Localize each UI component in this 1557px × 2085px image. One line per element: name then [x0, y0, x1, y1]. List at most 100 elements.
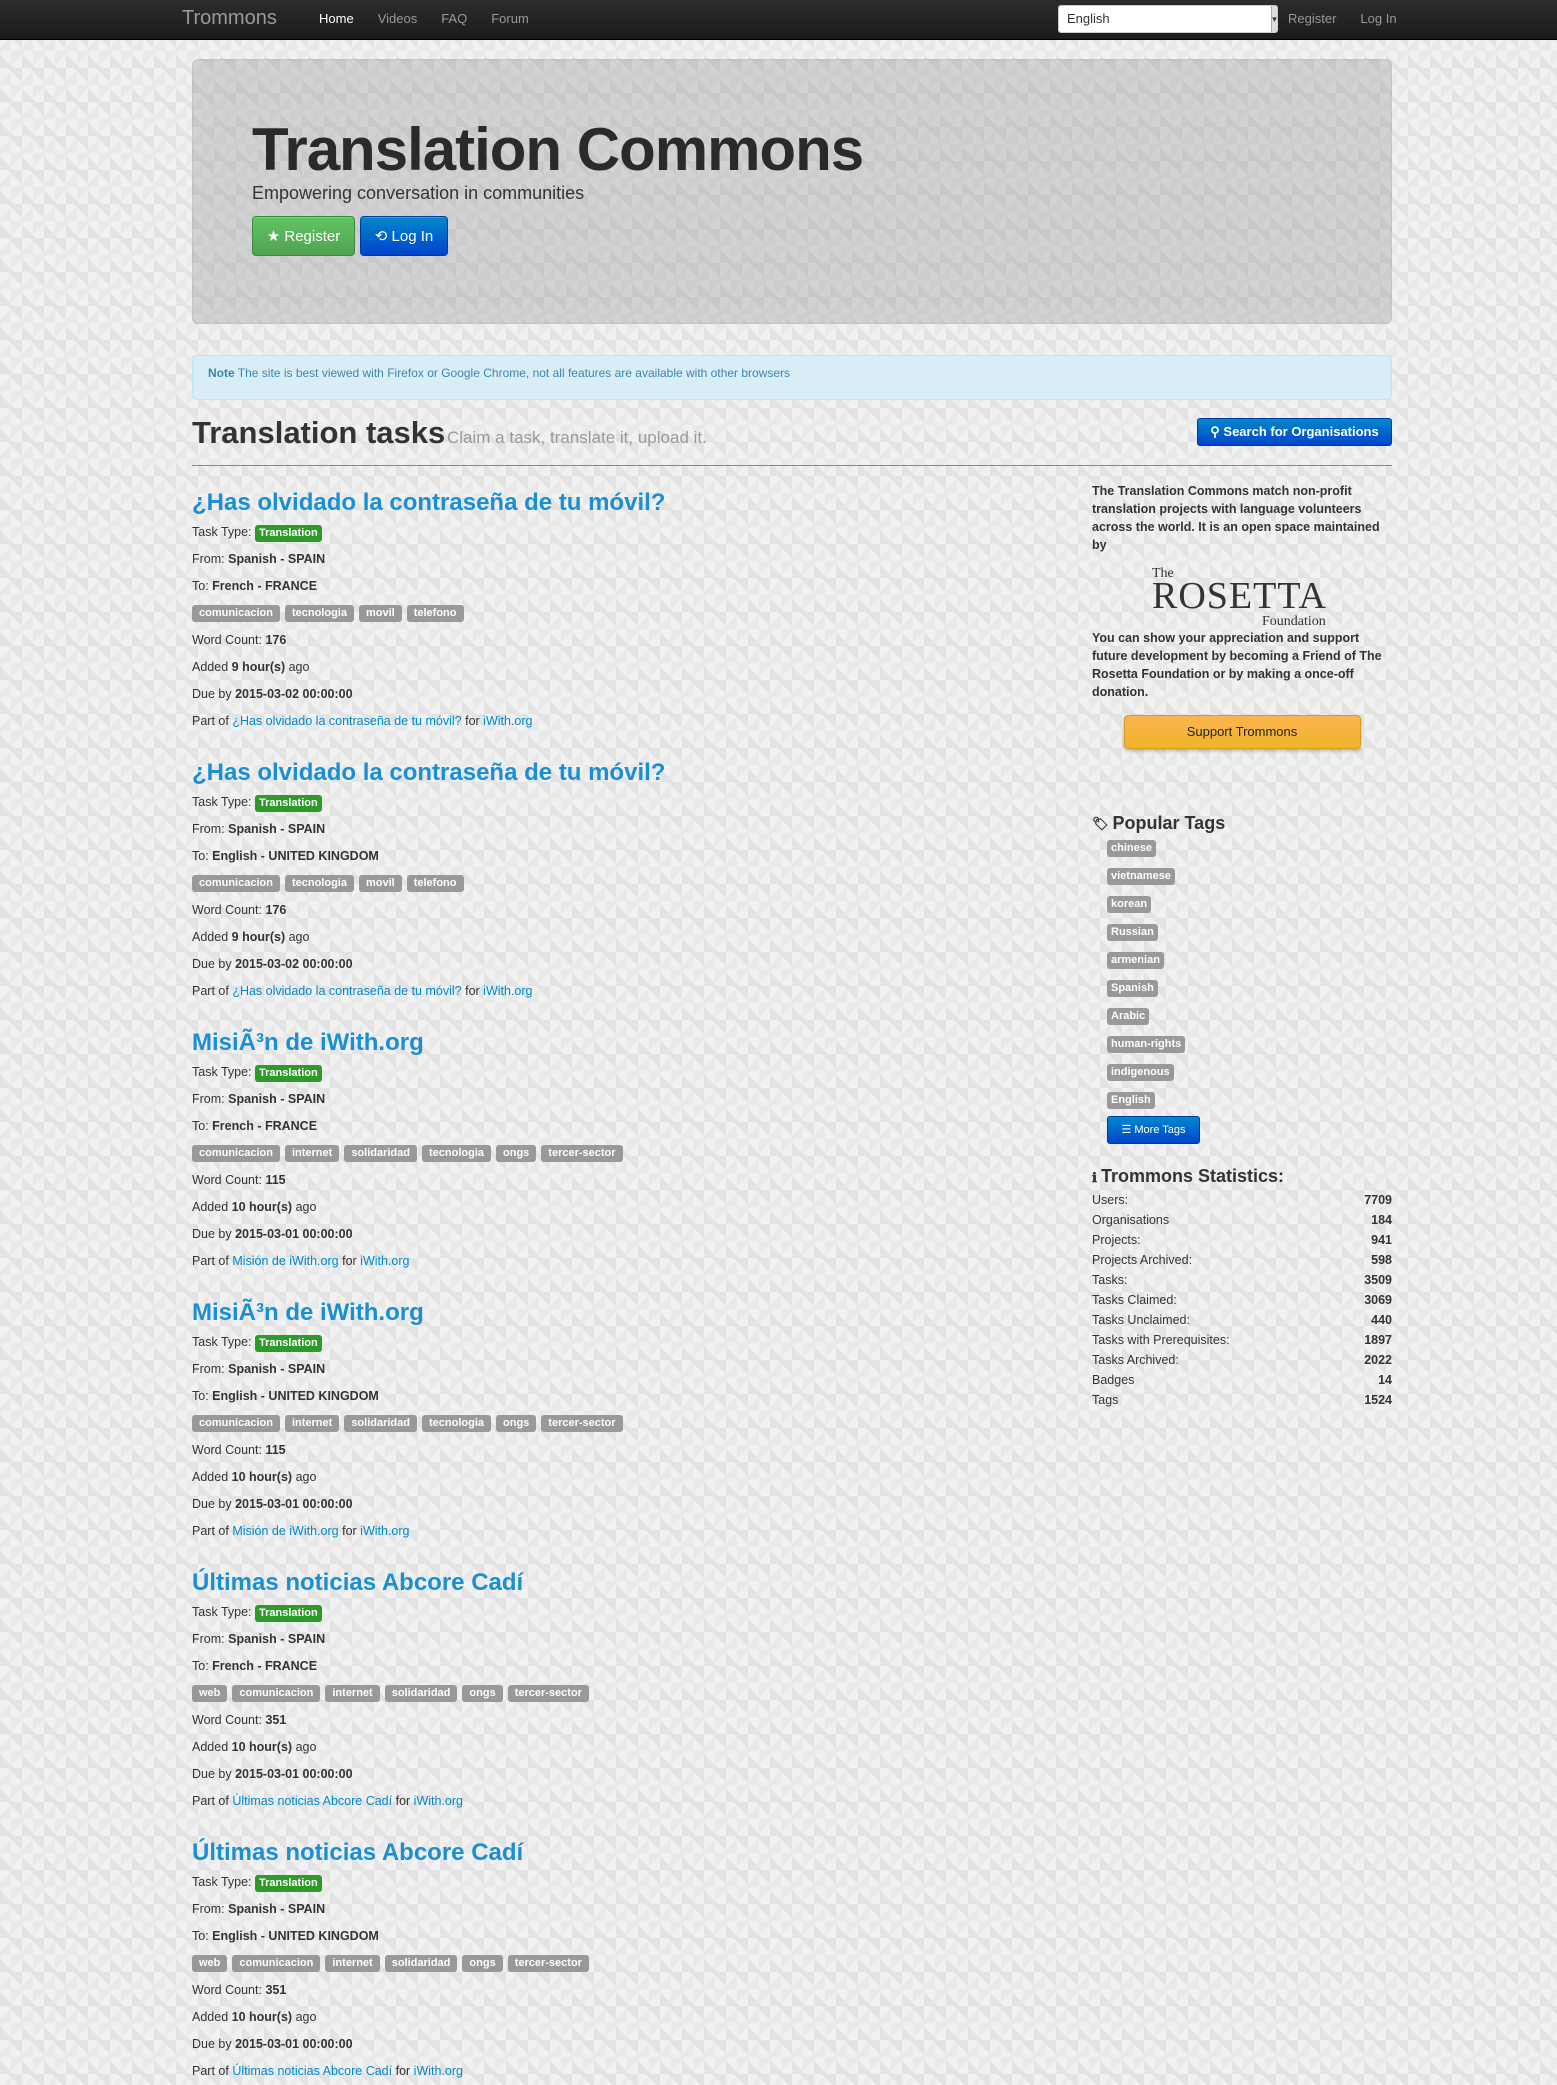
task-tag[interactable]: tecnologia — [284, 875, 354, 892]
task-tag[interactable]: comunicacion — [192, 1145, 280, 1162]
popular-tag[interactable]: indigenous — [1107, 1064, 1174, 1082]
due-row: Due by 2015-03-01 00:00:00 — [192, 1761, 992, 1788]
due-value: 2015-03-02 00:00:00 — [235, 957, 353, 971]
organisation-link[interactable]: iWith.org — [483, 984, 532, 998]
popular-tag[interactable]: korean — [1107, 896, 1152, 914]
nav-login[interactable]: Log In — [1348, 0, 1408, 38]
task-tag[interactable]: comunicacion — [192, 605, 280, 622]
nav-faq[interactable]: FAQ — [429, 0, 479, 38]
task-tag[interactable]: telefono — [406, 605, 464, 622]
popular-tag[interactable]: vietnamese — [1107, 868, 1175, 886]
added-row: Added 10 hour(s) ago — [192, 1734, 992, 1761]
task-tag[interactable]: comunicacion — [232, 1955, 321, 1972]
popular-tag[interactable]: Spanish — [1107, 980, 1158, 998]
task-tag[interactable]: internet — [284, 1415, 340, 1432]
nav-forum[interactable]: Forum — [479, 0, 541, 38]
task-tag[interactable]: ongs — [462, 1955, 503, 1972]
statistics-heading: ℹ Trommons Statistics: — [1092, 1164, 1392, 1189]
nav-register[interactable]: Register — [1276, 0, 1348, 38]
task-tag[interactable]: tercer-sector — [507, 1955, 589, 1972]
task-tag[interactable]: ongs — [496, 1145, 537, 1162]
task-tag[interactable]: movil — [358, 875, 402, 892]
part-of-label: Part of — [192, 984, 229, 998]
task-title-link[interactable]: Últimas noticias Abcore Cadí — [192, 1839, 523, 1866]
project-link[interactable]: Últimas noticias Abcore Cadí — [232, 1794, 392, 1808]
info-icon: ℹ — [1092, 1169, 1097, 1185]
for-label: for — [465, 714, 480, 728]
task-type-row: Task Type: Translation — [192, 1869, 992, 1896]
task-tag[interactable]: internet — [325, 1685, 380, 1702]
brand-link[interactable]: Trommons — [182, 7, 277, 30]
project-link[interactable]: ¿Has olvidado la contraseña de tu móvil? — [232, 984, 461, 998]
task-tag[interactable]: movil — [358, 605, 402, 622]
word-count-row: Word Count: 115 — [192, 1167, 992, 1194]
to-label: To: — [192, 579, 209, 593]
organisation-link[interactable]: iWith.org — [414, 2064, 463, 2078]
project-link[interactable]: Misión de iWith.org — [232, 1524, 338, 1538]
statistic-value: 184 — [1371, 1212, 1392, 1227]
task-title: MisiÃ³n de iWith.org — [192, 1299, 992, 1327]
organisation-link[interactable]: iWith.org — [360, 1254, 409, 1268]
popular-tag[interactable]: human-rights — [1107, 1036, 1186, 1054]
task-tag[interactable]: telefono — [406, 875, 464, 892]
popular-tag[interactable]: Russian — [1107, 924, 1158, 942]
hero-subtitle: Empowering conversation in communities — [252, 183, 585, 203]
task-tag[interactable]: internet — [284, 1145, 340, 1162]
task-tag[interactable]: comunicacion — [192, 1415, 280, 1432]
task-tag[interactable]: ongs — [462, 1685, 503, 1702]
task-title-link[interactable]: ¿Has olvidado la contraseña de tu móvil? — [192, 759, 665, 786]
word-count-label: Word Count: — [192, 1173, 262, 1187]
due-value: 2015-03-02 00:00:00 — [235, 687, 353, 701]
organisation-link[interactable]: iWith.org — [360, 1524, 409, 1538]
task-title-link[interactable]: MisiÃ³n de iWith.org — [192, 1029, 424, 1056]
task-tag[interactable]: comunicacion — [232, 1685, 321, 1702]
hero-login-button[interactable]: ⟲ Log In — [360, 216, 448, 256]
search-organisations-button[interactable]: ⚲ Search for Organisations — [1197, 418, 1392, 446]
page-subtitle: Claim a task, translate it, upload it. — [447, 428, 707, 447]
task-tag[interactable]: solidaridad — [344, 1415, 417, 1432]
task-tag[interactable]: tecnologia — [284, 605, 354, 622]
popular-tag[interactable]: chinese — [1107, 840, 1156, 858]
rosetta-logo[interactable]: The ROSETTA Foundation — [1092, 554, 1392, 629]
task-tag[interactable]: tercer-sector — [541, 1415, 623, 1432]
organisation-link[interactable]: iWith.org — [414, 1794, 463, 1808]
task-tag[interactable]: tercer-sector — [541, 1145, 623, 1162]
due-row: Due by 2015-03-02 00:00:00 — [192, 951, 992, 978]
task-tag[interactable]: tecnologia — [422, 1415, 492, 1432]
project-link[interactable]: ¿Has olvidado la contraseña de tu móvil? — [232, 714, 461, 728]
popular-tag[interactable]: armenian — [1107, 952, 1164, 970]
word-count-value: 176 — [265, 903, 287, 917]
task-title-link[interactable]: Últimas noticias Abcore Cadí — [192, 1569, 523, 1596]
more-tags-button[interactable]: ☰ More Tags — [1107, 1116, 1200, 1145]
task-title-link[interactable]: ¿Has olvidado la contraseña de tu móvil? — [192, 489, 665, 516]
task-tags: comunicacion tecnologia movil telefono — [192, 600, 992, 627]
task-tag[interactable]: solidaridad — [344, 1145, 417, 1162]
task-tag[interactable]: tecnologia — [422, 1145, 492, 1162]
language-select[interactable]: English ▾ — [1058, 5, 1278, 33]
task-tag[interactable]: web — [192, 1955, 228, 1972]
nav-home[interactable]: Home — [307, 0, 366, 38]
to-label: To: — [192, 849, 209, 863]
nav-videos[interactable]: Videos — [366, 0, 430, 38]
project-link[interactable]: Últimas noticias Abcore Cadí — [232, 2064, 392, 2078]
task-tag[interactable]: solidaridad — [384, 1955, 458, 1972]
task-tag[interactable]: comunicacion — [192, 875, 280, 892]
due-value: 2015-03-01 00:00:00 — [235, 1767, 353, 1781]
task-tag[interactable]: ongs — [496, 1415, 537, 1432]
task-title-link[interactable]: MisiÃ³n de iWith.org — [192, 1299, 424, 1326]
organisation-link[interactable]: iWith.org — [483, 714, 532, 728]
task-tag[interactable]: tercer-sector — [507, 1685, 589, 1702]
support-button[interactable]: Support Trommons — [1123, 715, 1361, 749]
task-tag[interactable]: web — [192, 1685, 228, 1702]
statistic-label: Organisations — [1092, 1212, 1170, 1227]
popular-tag[interactable]: English — [1107, 1092, 1155, 1110]
task-type-label: Task Type: — [192, 525, 252, 539]
hero-register-button[interactable]: ★ Register — [252, 216, 355, 256]
project-link[interactable]: Misión de iWith.org — [232, 1254, 338, 1268]
popular-tags-title: Popular Tags — [1112, 813, 1226, 833]
task-tag[interactable]: internet — [325, 1955, 380, 1972]
task-tag[interactable]: solidaridad — [384, 1685, 458, 1702]
statistic-label: Tasks Claimed: — [1092, 1292, 1177, 1307]
popular-tag[interactable]: Arabic — [1107, 1008, 1150, 1026]
statistic-value: 598 — [1371, 1252, 1392, 1267]
